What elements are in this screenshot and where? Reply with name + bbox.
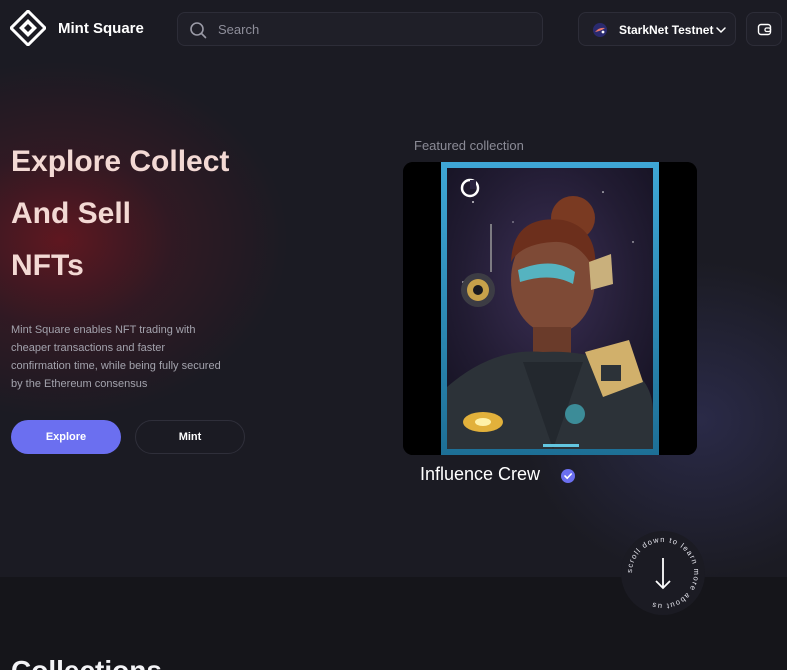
hero-title: Explore Collect And Sell NFTs [11, 136, 311, 292]
search-input[interactable] [218, 19, 518, 39]
wallet-button[interactable] [746, 12, 782, 46]
featured-collection-name[interactable]: Influence Crew [420, 464, 540, 485]
starknet-icon [593, 23, 607, 37]
network-selector[interactable]: StarkNet Testnet [578, 12, 736, 46]
hero-title-line-3: NFTs [11, 249, 84, 282]
featured-collection-card[interactable] [403, 162, 697, 455]
featured-label: Featured collection [414, 138, 524, 153]
wallet-icon [757, 23, 772, 36]
collections-heading: Collections [11, 655, 162, 670]
scroll-down-badge[interactable]: scroll down to learn more about us [620, 530, 706, 616]
hero-title-line-1: Explore Collect [11, 145, 230, 178]
logo-icon[interactable] [10, 10, 46, 46]
mint-button[interactable]: Mint [135, 420, 245, 454]
hero-description: Mint Square enables NFT trading with che… [11, 324, 221, 390]
header: Mint Square StarkNet Testnet [0, 0, 787, 58]
search-icon [190, 22, 207, 39]
network-label: StarkNet Testnet [619, 23, 714, 37]
brand-name[interactable]: Mint Square [58, 20, 144, 37]
explore-button[interactable]: Explore [11, 420, 121, 454]
page: Mint Square StarkNet Testnet [0, 0, 787, 670]
featured-nft-image [403, 162, 697, 455]
chevron-down-icon [716, 27, 726, 34]
verified-icon [561, 469, 575, 483]
hero-title-line-2: And Sell [11, 197, 132, 230]
search-bar[interactable] [177, 12, 543, 46]
